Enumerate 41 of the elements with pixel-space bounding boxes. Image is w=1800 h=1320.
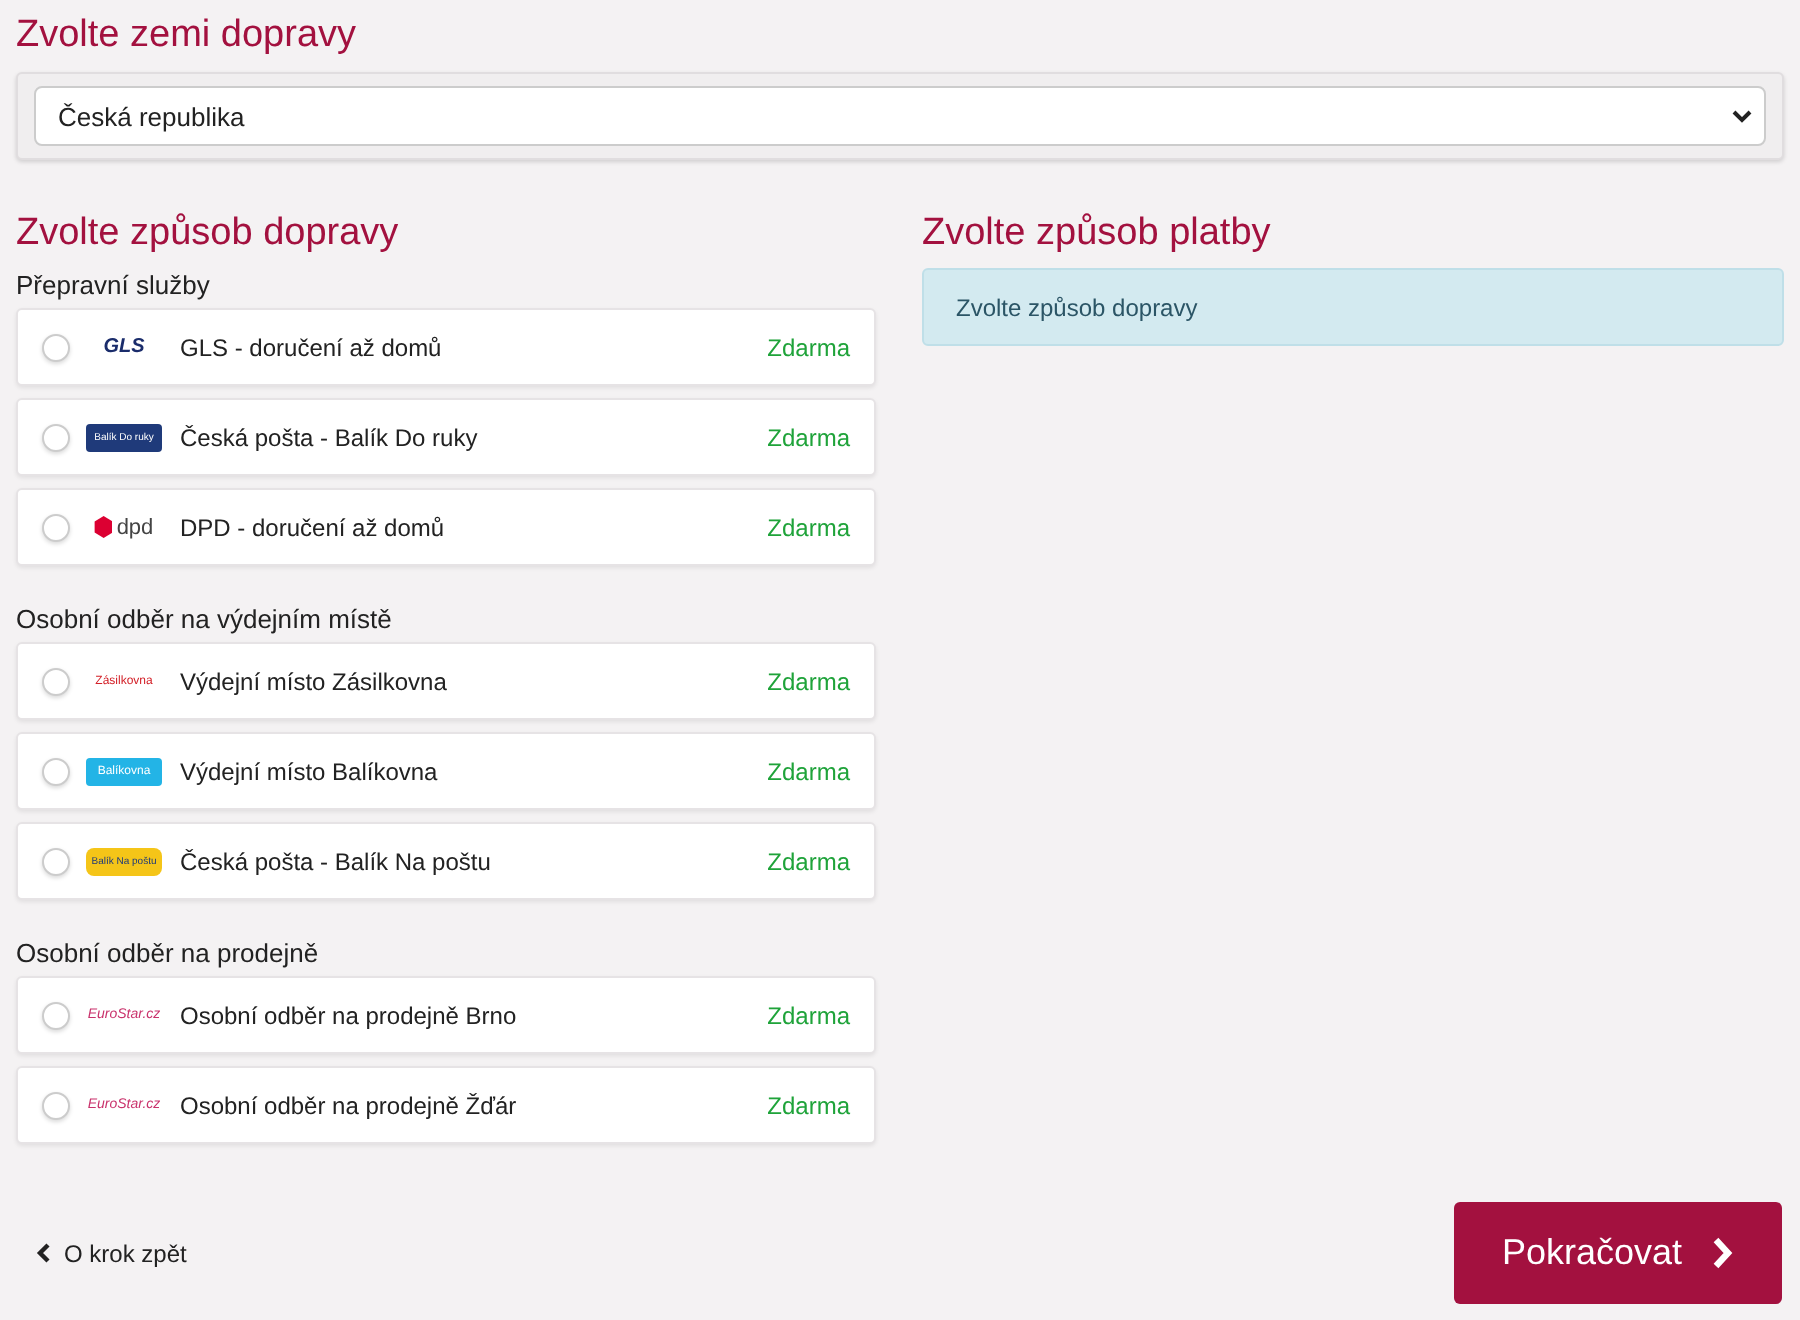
shipping-option[interactable]: dpd DPD - doručení až domů Zdarma [16, 488, 876, 566]
option-price: Zdarma [767, 423, 850, 451]
section-heading: Zvolte způsob dopravy [16, 210, 401, 258]
continue-button[interactable]: Pokračovat [1453, 1202, 1782, 1304]
shipping-option[interactable]: GLS GLS - doručení až domů Zdarma [16, 308, 876, 386]
back-link[interactable]: O krok zpět [36, 1239, 187, 1267]
info-notice: Zvolte způsob dopravy [922, 268, 1784, 346]
group-title: Osobní odběr na prodejně [16, 936, 321, 972]
option-label: Výdejní místo Zásilkovna [180, 667, 449, 695]
radio-button[interactable] [42, 667, 70, 695]
radio-button[interactable] [42, 423, 70, 451]
option-price: Zdarma [767, 847, 850, 875]
chevron-down-icon [1732, 109, 1752, 123]
radio-button[interactable] [42, 1001, 70, 1029]
carrier-logo: GLS [101, 334, 147, 361]
radio-button[interactable] [42, 513, 70, 541]
radio-button[interactable] [42, 1091, 70, 1119]
carrier-logo: dpd [86, 513, 162, 541]
option-price: Zdarma [767, 513, 850, 541]
chevron-right-icon [1710, 1236, 1734, 1270]
group-title: Osobní odběr na výdejním místě [16, 602, 394, 638]
country-select[interactable]: Česká republika [34, 86, 1766, 146]
option-label: GLS - doručení až domů [180, 333, 444, 361]
option-label: Osobní odběr na prodejně Brno [180, 1001, 519, 1029]
radio-button[interactable] [42, 333, 70, 361]
option-label: DPD - doručení až domů [180, 513, 447, 541]
chevron-left-icon [36, 1242, 52, 1264]
radio-button[interactable] [42, 847, 70, 875]
option-price: Zdarma [767, 333, 850, 361]
section-heading: Zvolte způsob platby [922, 210, 1273, 258]
option-label: Česká pošta - Balík Do ruky [180, 423, 480, 451]
option-price: Zdarma [767, 1001, 850, 1029]
option-price: Zdarma [767, 757, 850, 785]
option-price: Zdarma [767, 1091, 850, 1119]
option-label: Výdejní místo Balíkovna [180, 757, 440, 785]
option-price: Zdarma [767, 667, 850, 695]
section-heading: Zvolte zemi dopravy [16, 12, 359, 60]
group-title: Přepravní služby [16, 268, 212, 304]
radio-button[interactable] [42, 757, 70, 785]
option-label: Osobní odběr na prodejně Žďár [180, 1091, 519, 1119]
option-label: Česká pošta - Balík Na poštu [180, 847, 493, 875]
